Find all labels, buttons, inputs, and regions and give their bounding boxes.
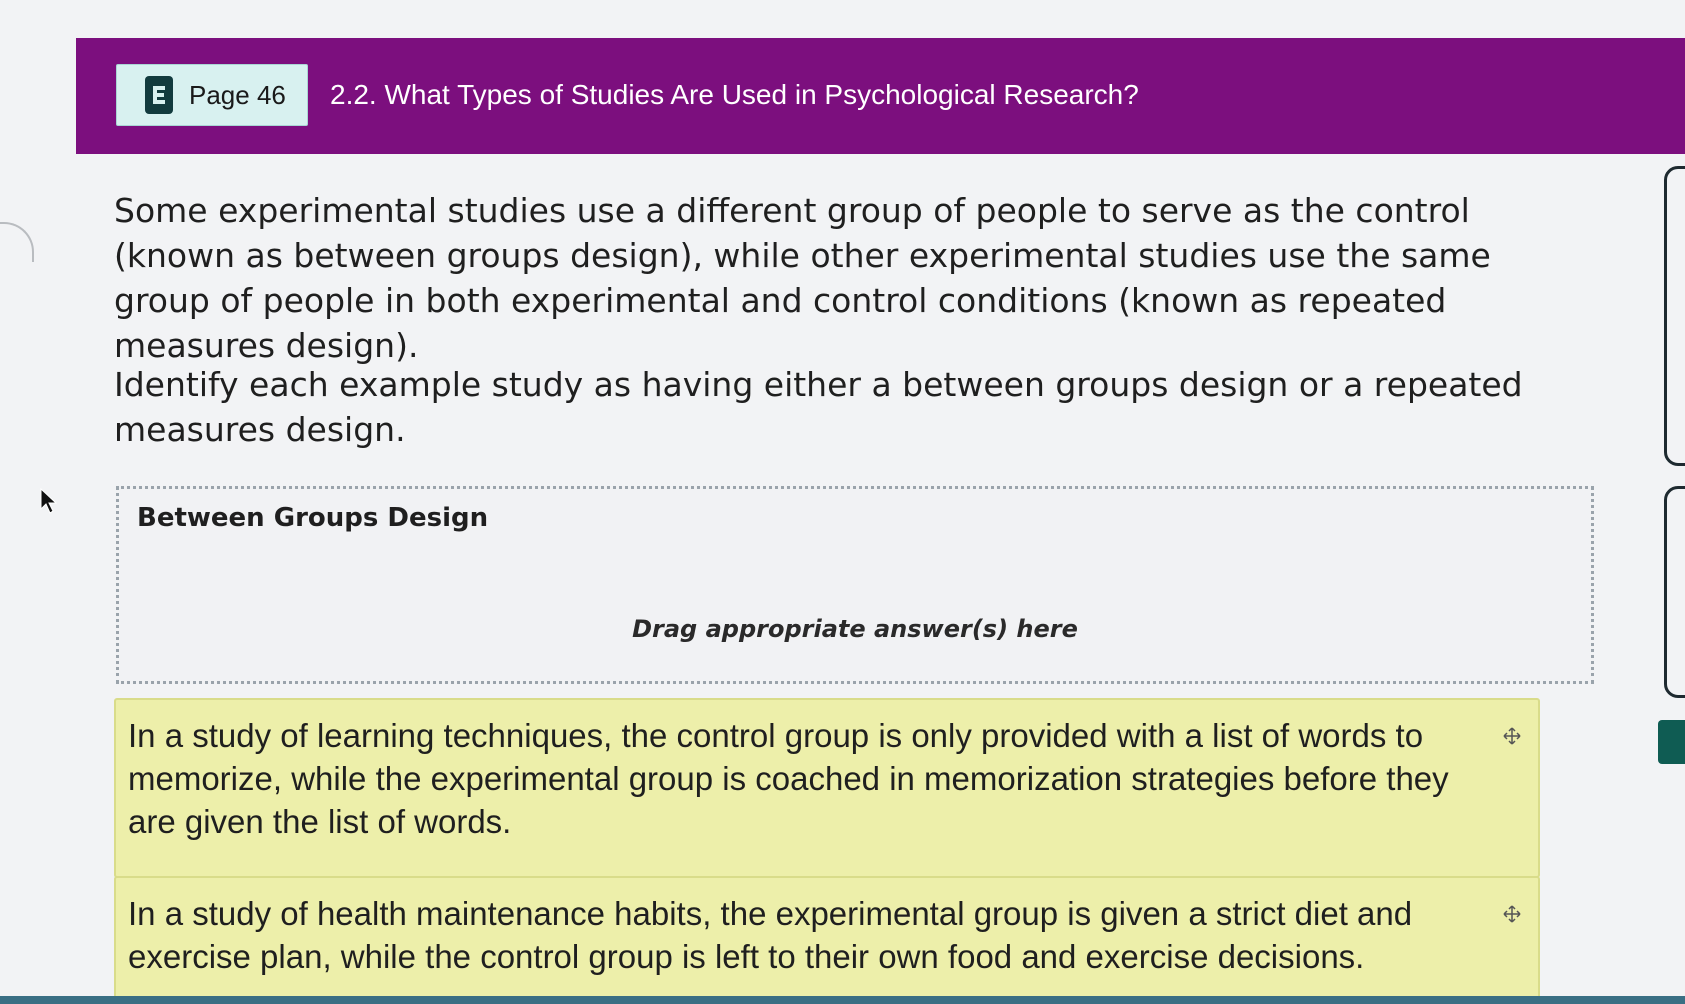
move-icon [1503,905,1521,923]
drop-zone-hint: Drag appropriate answer(s) here [632,615,1078,643]
page-number-label: Page 46 [189,79,286,110]
answer-text: In a study of learning techniques, the c… [128,717,1449,840]
side-panel-frame [1664,486,1685,698]
instructions-paragraph: Identify each example study as having ei… [114,365,1523,449]
intro-paragraph: Some experimental studies use a differen… [114,191,1491,365]
side-panel-tab[interactable] [1658,720,1685,764]
move-icon [1503,727,1521,745]
ebook-e-icon [145,76,173,114]
answer-card[interactable]: In a study of health maintenance habits,… [114,876,1540,1004]
ebook-page-button[interactable]: Page 46 [116,64,308,126]
answer-text: In a study of health maintenance habits,… [128,895,1413,975]
between-groups-drop-zone[interactable]: Between Groups Design Drag appropriate a… [116,486,1594,684]
bottom-bar [0,996,1685,1004]
page-edge [0,222,34,262]
mouse-cursor-icon [40,488,58,514]
side-panel-frame [1664,166,1685,466]
answer-card[interactable]: In a study of learning techniques, the c… [114,698,1540,878]
drop-zone-title: Between Groups Design [137,503,489,533]
section-title: 2.2. What Types of Studies Are Used in P… [330,79,1139,110]
